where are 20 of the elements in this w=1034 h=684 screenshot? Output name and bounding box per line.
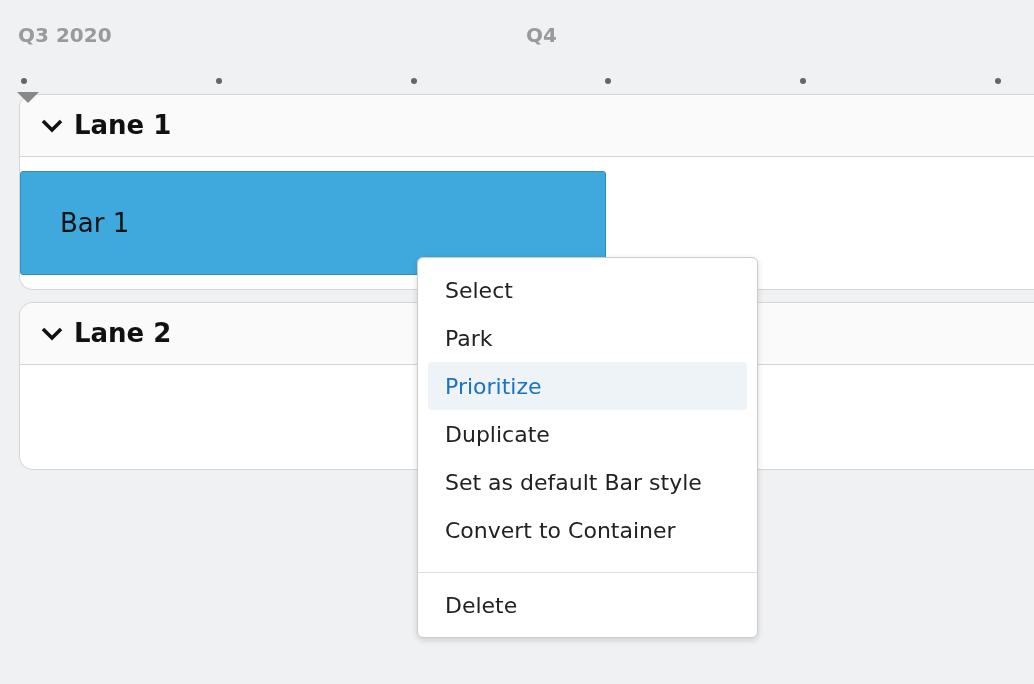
tick-dot bbox=[605, 78, 612, 84]
menu-item[interactable]: Park bbox=[428, 314, 747, 362]
tick-dot bbox=[21, 78, 27, 84]
tick-dot bbox=[995, 78, 1001, 84]
timeline-bar[interactable]: Bar 1 bbox=[20, 171, 606, 275]
chevron-down-icon[interactable] bbox=[40, 325, 64, 342]
chevron-down-icon[interactable] bbox=[40, 117, 64, 134]
quarter-label: Q4 bbox=[526, 22, 558, 49]
tick-dot bbox=[410, 78, 417, 84]
lane-title: Lane 1 bbox=[74, 109, 172, 142]
quarter-label: Q3 2020 bbox=[18, 22, 113, 49]
today-marker-icon bbox=[17, 92, 39, 103]
menu-item[interactable]: Set as default Bar style bbox=[428, 458, 747, 506]
tick-dot bbox=[215, 78, 222, 84]
menu-item[interactable]: Duplicate bbox=[428, 410, 747, 458]
menu-item[interactable]: Delete bbox=[428, 581, 747, 629]
menu-item[interactable]: Prioritize bbox=[428, 362, 747, 410]
menu-item[interactable]: Convert to Container bbox=[428, 506, 747, 554]
lane-title: Lane 2 bbox=[74, 317, 172, 350]
tick-dot bbox=[800, 78, 807, 84]
